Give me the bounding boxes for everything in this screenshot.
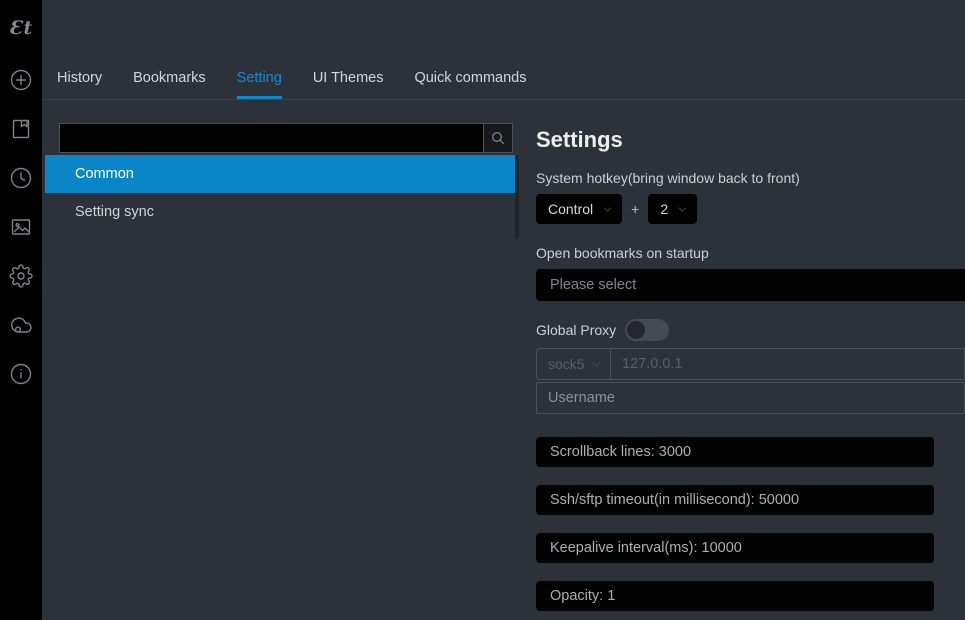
bookmarks-startup-select[interactable]: Please select [536,269,965,301]
tab-quick-commands[interactable]: Quick commands [414,70,526,99]
chevron-down-icon [602,204,613,215]
proxy-username-input[interactable] [536,382,965,414]
electerm-logo: Ɛt [9,0,33,56]
settings-nav-panel: Common Setting sync [42,100,516,620]
themes-icon[interactable] [8,214,34,240]
new-connection-icon[interactable] [8,67,34,93]
hotkey-key-select[interactable]: 2 [648,194,697,224]
numeric-fields [536,437,965,611]
list-scrollbar[interactable] [515,155,519,239]
chevron-down-icon [591,359,602,370]
tab-ui-themes[interactable]: UI Themes [313,70,384,99]
proxy-host-input[interactable] [611,348,965,380]
list-item-common[interactable]: Common [45,155,515,193]
proxy-address-group: sock5 [536,348,965,380]
hotkey-key-value: 2 [660,201,668,217]
info-icon[interactable] [8,361,34,387]
tab-history[interactable]: History [57,70,102,99]
settings-search-input[interactable] [59,123,483,153]
hotkey-plus: + [631,201,639,217]
main-area: History Bookmarks Setting UI Themes Quic… [42,0,965,620]
tab-setting[interactable]: Setting [237,70,282,99]
search-button[interactable] [483,123,513,153]
chevron-down-icon [677,204,688,215]
settings-tabbar: History Bookmarks Setting UI Themes Quic… [42,0,965,100]
settings-section-list: Common Setting sync [45,155,515,231]
hotkey-modifier-value: Control [548,201,593,217]
search-icon [490,130,506,146]
keepalive-interval-input[interactable] [536,533,934,563]
list-item-setting-sync[interactable]: Setting sync [45,193,515,231]
history-icon[interactable] [8,165,34,191]
bookmarks-startup-placeholder: Please select [550,277,636,293]
ssh-sftp-timeout-input[interactable] [536,485,934,515]
opacity-input[interactable] [536,581,934,611]
global-proxy-label: Global Proxy [536,322,616,338]
app-sidebar: Ɛt [0,0,42,620]
scrollback-lines-input[interactable] [536,437,934,467]
global-proxy-toggle[interactable] [625,319,669,341]
tab-bookmarks[interactable]: Bookmarks [133,70,206,99]
bookmarks-startup-label: Open bookmarks on startup [536,245,965,261]
toggle-knob [627,321,645,339]
proxy-protocol-value: sock5 [548,356,585,372]
hotkey-label: System hotkey(bring window back to front… [536,170,965,186]
sidebar-nav [8,56,34,387]
hotkey-row: Control + 2 [536,194,965,224]
settings-form-panel: Settings System hotkey(bring window back… [516,100,965,620]
sync-icon[interactable] [8,312,34,338]
settings-icon[interactable] [8,263,34,289]
proxy-protocol-select[interactable]: sock5 [536,348,611,380]
hotkey-modifier-select[interactable]: Control [536,194,622,224]
bookmarks-icon[interactable] [8,116,34,142]
page-title: Settings [536,127,965,153]
global-proxy-row: Global Proxy [536,319,965,341]
settings-content: Common Setting sync Settings System hotk… [42,100,965,620]
settings-searchbox [59,123,513,153]
